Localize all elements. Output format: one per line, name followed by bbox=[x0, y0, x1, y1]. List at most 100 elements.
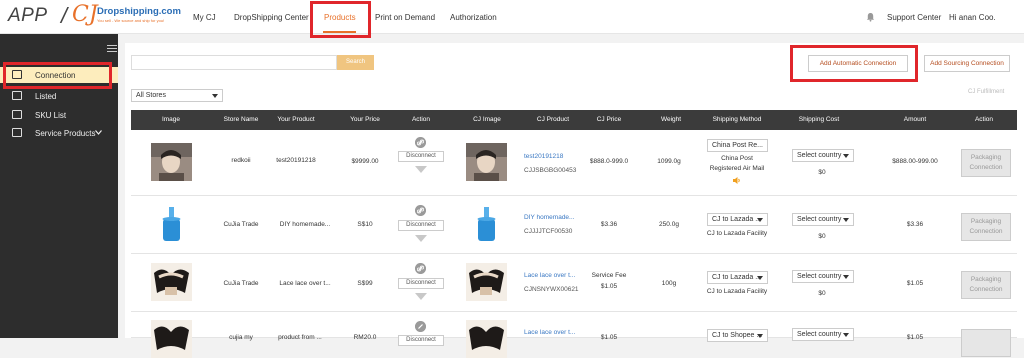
product-image[interactable] bbox=[151, 320, 192, 358]
store-name: CuJia Trade bbox=[223, 280, 259, 287]
menu-collapse-icon[interactable] bbox=[107, 45, 117, 54]
nav-print-on-demand[interactable]: Print on Demand bbox=[375, 13, 435, 22]
select-country-value: Select country bbox=[797, 152, 842, 159]
column-header: Weight bbox=[660, 116, 682, 123]
chevron-down-icon bbox=[212, 94, 218, 98]
shipping-method-name-2: Registered Air Mail bbox=[709, 165, 765, 172]
logo-cj[interactable]: CJ bbox=[72, 2, 98, 27]
logo-slash: / bbox=[61, 3, 68, 28]
shipping-method-select[interactable]: CJ to Lazada ... bbox=[707, 213, 768, 226]
column-header: Action bbox=[974, 116, 994, 123]
chevron-down-icon bbox=[757, 276, 763, 280]
weight: 1099.0g bbox=[657, 158, 681, 165]
store-filter-select[interactable]: All Stores bbox=[131, 89, 223, 102]
bell-icon[interactable] bbox=[866, 12, 875, 22]
shipping-method-select[interactable]: CJ to Lazada ... bbox=[707, 271, 768, 284]
column-header: Amount bbox=[903, 116, 927, 123]
shipping-method-value: CJ to Lazada ... bbox=[712, 274, 762, 281]
cj-product-link[interactable]: DIY homemade... bbox=[524, 214, 574, 221]
select-country-dropdown[interactable]: Select country bbox=[792, 149, 854, 162]
search-button[interactable]: Search bbox=[337, 55, 374, 70]
link-icon bbox=[415, 137, 426, 148]
store-name: CuJia Trade bbox=[223, 221, 259, 228]
expand-arrow-icon[interactable] bbox=[415, 235, 427, 242]
cj-price: $1.05 bbox=[600, 283, 618, 290]
listed-icon bbox=[12, 91, 22, 100]
column-header: Shipping Cost bbox=[798, 116, 840, 123]
select-country-dropdown[interactable]: Select country bbox=[792, 328, 854, 341]
sidebar-item-sku-list[interactable]: SKU List bbox=[0, 107, 118, 123]
nav-my-cj[interactable]: My CJ bbox=[193, 13, 216, 22]
cj-image[interactable] bbox=[466, 320, 507, 358]
sidebar-item-service-products[interactable]: Service Products bbox=[0, 125, 118, 141]
your-price: $9999.00 bbox=[351, 158, 379, 165]
expand-arrow-icon[interactable] bbox=[415, 293, 427, 300]
cj-price: $888.0-999.0 bbox=[589, 158, 629, 165]
disconnect-button[interactable]: Disconnect bbox=[398, 278, 444, 289]
support-center-link[interactable]: Support Center bbox=[887, 13, 941, 22]
disconnect-button[interactable]: Disconnect bbox=[398, 220, 444, 231]
column-header: Image bbox=[161, 116, 181, 123]
select-country-dropdown[interactable]: Select country bbox=[792, 213, 854, 226]
chevron-down-icon bbox=[843, 154, 849, 158]
cj-image[interactable] bbox=[466, 263, 507, 301]
your-price: S$99 bbox=[357, 280, 373, 287]
products-highlight-box bbox=[310, 1, 371, 38]
nav-authorization[interactable]: Authorization bbox=[450, 13, 497, 22]
product-image[interactable] bbox=[151, 205, 192, 243]
cj-fulfillment-button[interactable]: CJ Fulfillment bbox=[968, 89, 1004, 95]
link-icon bbox=[415, 205, 426, 216]
cj-product-link[interactable]: Lace lace over t... bbox=[524, 329, 575, 336]
column-header: CJ Price bbox=[596, 116, 622, 123]
shipping-method-select[interactable]: China Post Re... bbox=[707, 139, 768, 152]
sku-icon bbox=[12, 110, 22, 119]
packaging-connection-button[interactable]: Packaging Connection bbox=[961, 149, 1011, 177]
link-icon bbox=[415, 263, 426, 274]
chevron-down-icon bbox=[757, 334, 763, 338]
sidebar-item-listed[interactable]: Listed bbox=[0, 88, 118, 104]
cj-price-label: Service Fee bbox=[591, 272, 627, 279]
shipping-cost: $0 bbox=[818, 290, 826, 297]
packaging-connection-button[interactable]: Packaging Connection bbox=[961, 271, 1011, 299]
weight: 100g bbox=[661, 280, 677, 287]
shipping-method-select[interactable]: CJ to Shopee ... bbox=[707, 329, 768, 342]
your-product: Lace lace over t... bbox=[279, 280, 331, 287]
disconnect-button[interactable]: Disconnect bbox=[398, 151, 444, 162]
column-header: Shipping Method bbox=[712, 116, 762, 123]
speaker-icon[interactable] bbox=[733, 177, 741, 184]
cj-price: $3.36 bbox=[600, 221, 618, 228]
column-header: CJ Product bbox=[536, 116, 570, 123]
add-sourcing-connection-button[interactable]: Add Sourcing Connection bbox=[924, 55, 1010, 72]
select-country-value: Select country bbox=[797, 216, 842, 223]
amount: $888.00-999.00 bbox=[892, 158, 938, 165]
packaging-connection-button[interactable] bbox=[961, 329, 1011, 357]
shipping-method-name: CJ to Lazada Facility bbox=[706, 288, 768, 295]
chevron-down-icon bbox=[757, 218, 763, 222]
amount: $1.05 bbox=[906, 280, 924, 287]
select-country-dropdown[interactable]: Select country bbox=[792, 270, 854, 283]
weight: 250.0g bbox=[659, 221, 679, 228]
disconnect-button[interactable]: Disconnect bbox=[398, 335, 444, 346]
link-icon bbox=[415, 321, 426, 332]
cj-image[interactable] bbox=[466, 143, 507, 181]
table-header: Image Store Name Your Product Your Price… bbox=[131, 110, 1017, 130]
cj-product-link[interactable]: Lace lace over t... bbox=[524, 272, 575, 279]
shipping-method-name: CJ to Lazada Facility bbox=[706, 230, 768, 237]
packaging-connection-button[interactable]: Packaging Connection bbox=[961, 213, 1011, 241]
logo-tagline: You sell - We source and ship for you! bbox=[97, 18, 165, 23]
packaging-label: Packaging bbox=[970, 276, 1002, 283]
cj-product-link[interactable]: test20191218 bbox=[524, 153, 563, 160]
user-greeting[interactable]: Hi anan Coo. bbox=[949, 13, 996, 22]
expand-arrow-icon[interactable] bbox=[415, 166, 427, 173]
nav-dropshipping-center[interactable]: DropShipping Center bbox=[234, 13, 309, 22]
packaging-label-2: Connection bbox=[969, 228, 1003, 235]
logo-site-name[interactable]: Dropshipping.com bbox=[97, 6, 181, 17]
sidebar-item-label: Listed bbox=[35, 92, 57, 101]
cj-image[interactable] bbox=[466, 205, 507, 243]
sidebar-item-label: SKU List bbox=[35, 111, 67, 120]
product-image[interactable] bbox=[151, 263, 192, 301]
select-country-value: Select country bbox=[797, 331, 842, 338]
column-header: Store Name bbox=[223, 116, 259, 123]
product-image[interactable] bbox=[151, 143, 192, 181]
search-input[interactable] bbox=[131, 55, 337, 70]
